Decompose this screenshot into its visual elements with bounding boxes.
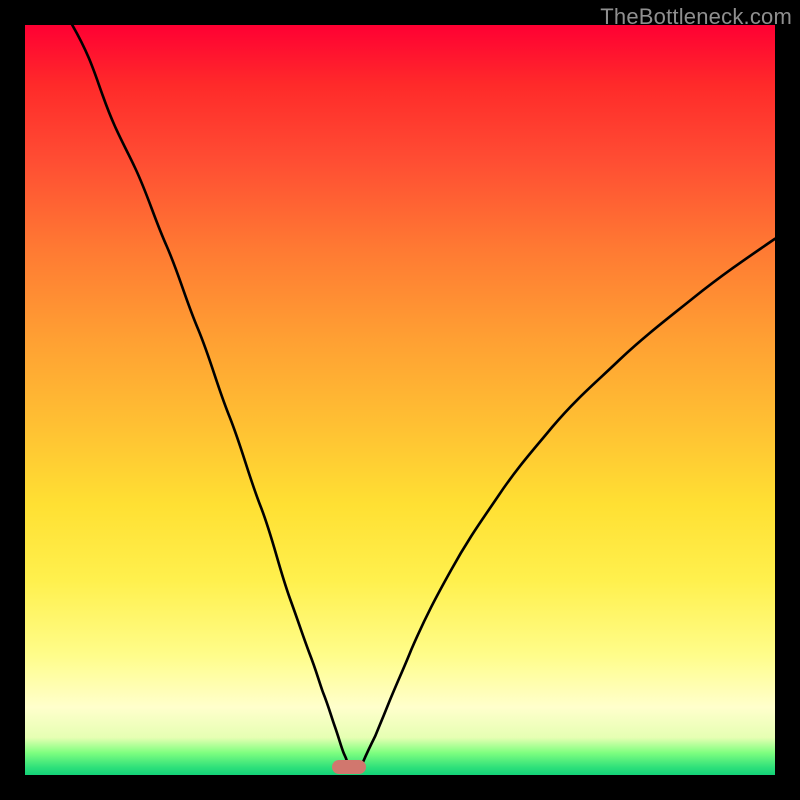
chart-stage: TheBottleneck.com bbox=[0, 0, 800, 800]
bottleneck-marker bbox=[332, 760, 366, 774]
plot-area bbox=[25, 25, 775, 775]
gradient-background bbox=[25, 25, 775, 775]
